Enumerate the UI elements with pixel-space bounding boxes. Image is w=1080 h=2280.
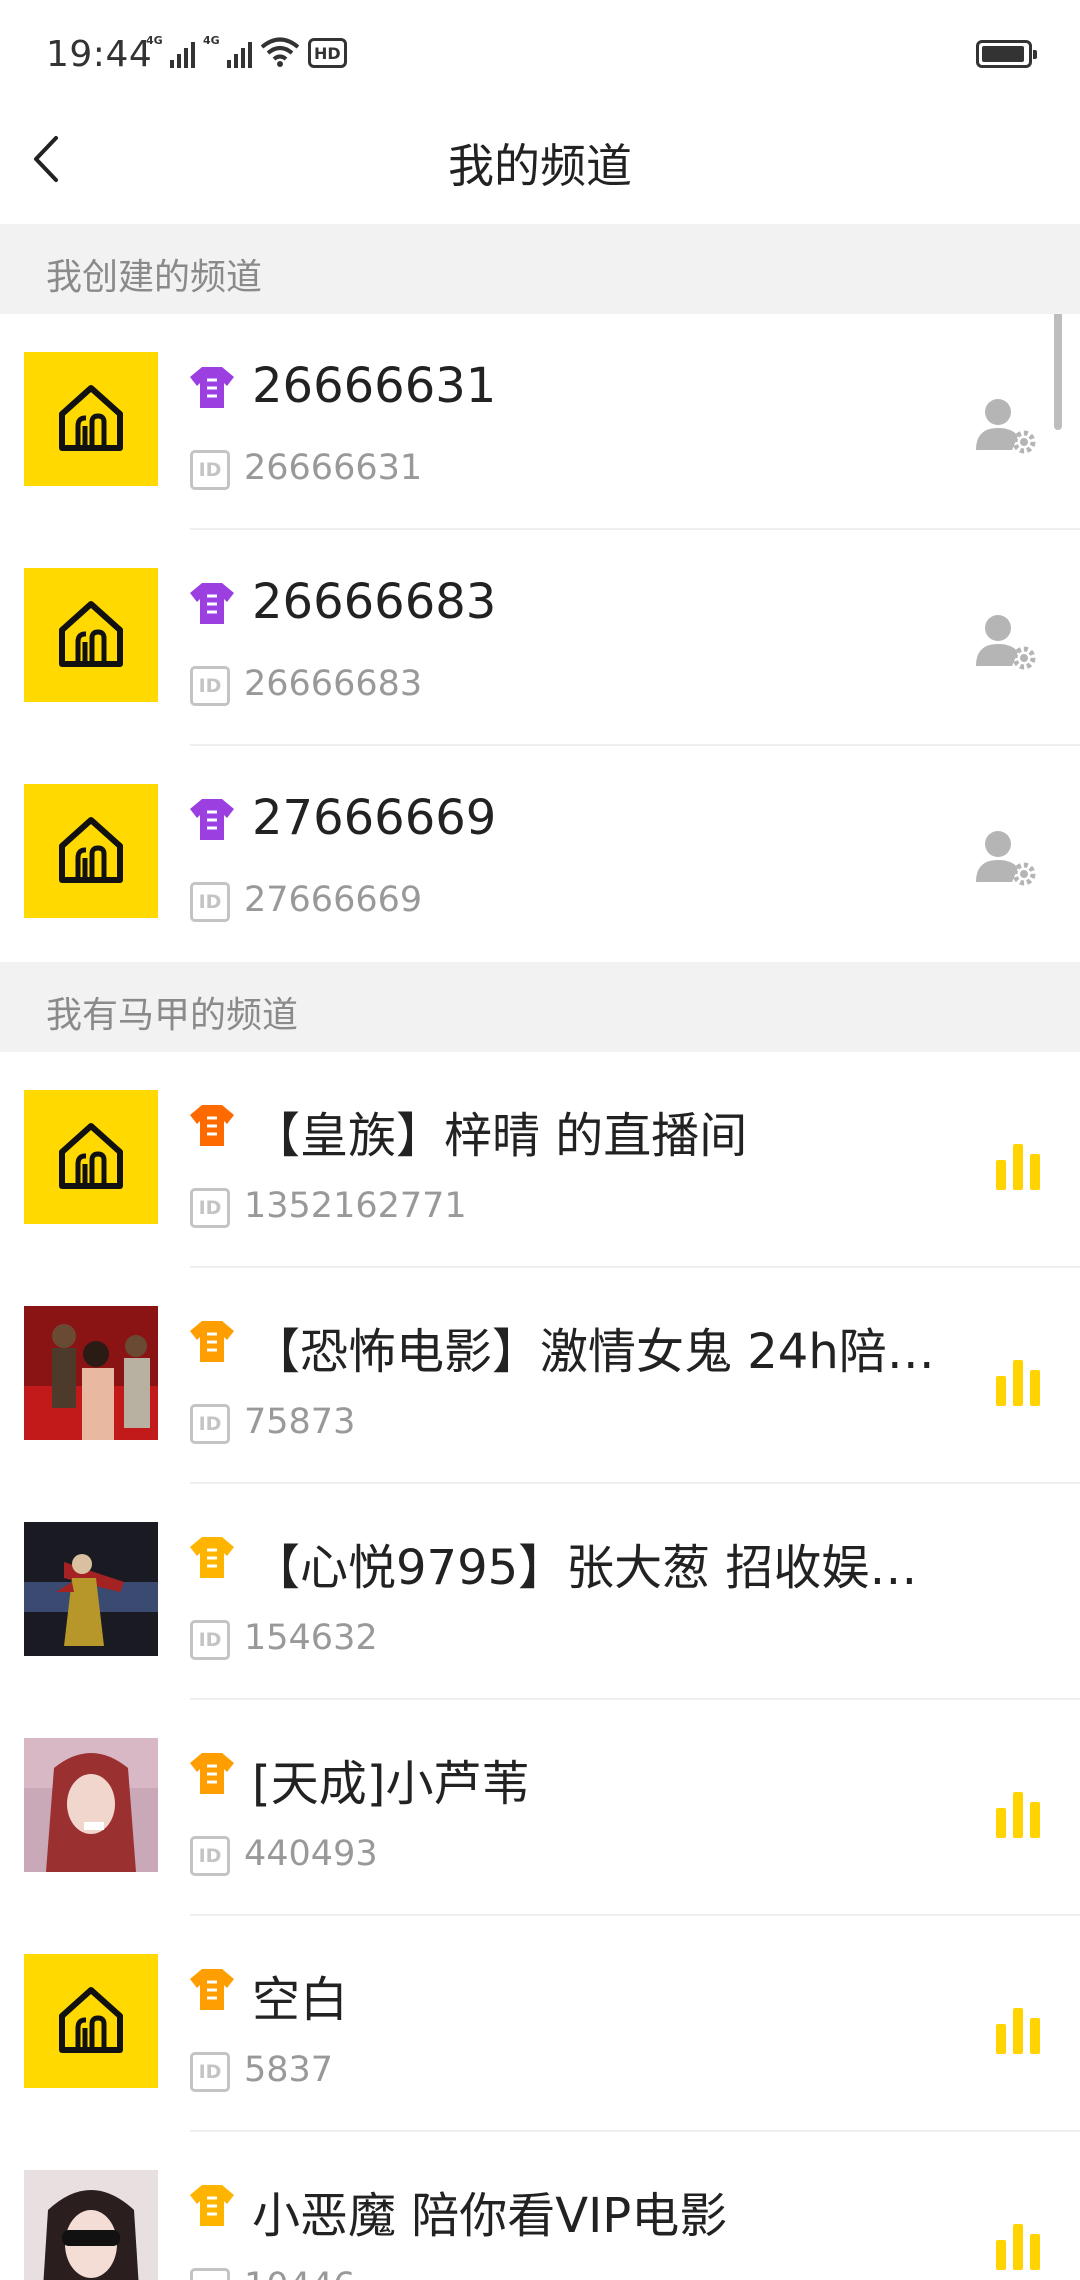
- status-time: 19:44: [46, 34, 153, 75]
- section-header-created: 我创建的频道: [0, 224, 1080, 314]
- home-icon: [59, 1123, 123, 1189]
- id-tag-icon: ID: [190, 1404, 230, 1444]
- signal-icon: 4G: [203, 34, 252, 68]
- channel-row[interactable]: 小恶魔 陪你看VIP电影 ID 10446: [0, 2132, 1080, 2280]
- channel-avatar: [24, 1090, 158, 1224]
- channel-row[interactable]: 【心悦9795】张大葱 招收娱乐... ID 154632: [0, 1484, 1080, 1700]
- admin-settings-icon[interactable]: [972, 824, 1040, 888]
- channel-id: 27666669: [244, 880, 423, 920]
- home-icon: [59, 601, 123, 667]
- channel-id: 1352162771: [244, 1186, 467, 1226]
- live-indicator-icon: [996, 1788, 1044, 1838]
- channel-avatar: [24, 1522, 158, 1656]
- channel-avatar: [24, 1738, 158, 1872]
- vest-badge-icon: [190, 1969, 234, 2010]
- photo-thumbnail: [24, 1738, 158, 1872]
- signal-icon: 4G: [146, 34, 195, 68]
- channel-row[interactable]: 【皇族】梓晴 的直播间 ID 1352162771: [0, 1052, 1080, 1268]
- channel-id: 440493: [244, 1834, 378, 1874]
- channel-name: 【恐怖电影】激情女鬼 24h陪你...: [252, 1324, 952, 1380]
- channel-name: 26666683: [252, 574, 497, 630]
- section-title: 我有马甲的频道: [46, 995, 299, 1036]
- id-tag-icon: ID: [190, 1188, 230, 1228]
- id-tag-icon: ID: [190, 1836, 230, 1876]
- home-icon: [59, 385, 123, 451]
- channel-id: 26666683: [244, 664, 423, 704]
- channel-id: 10446: [244, 2266, 355, 2280]
- channel-avatar: [24, 1306, 158, 1440]
- channel-id: 26666631: [244, 448, 423, 488]
- live-indicator-icon: [996, 2004, 1044, 2054]
- channel-row[interactable]: 空白 ID 5837: [0, 1916, 1080, 2132]
- photo-thumbnail: [24, 1306, 158, 1440]
- battery-icon: [976, 40, 1037, 68]
- channel-name: 【心悦9795】张大葱 招收娱乐...: [252, 1540, 952, 1596]
- admin-settings-icon[interactable]: [972, 608, 1040, 672]
- hd-icon: HD: [308, 38, 347, 68]
- vest-badge-icon: [190, 2185, 234, 2226]
- channel-avatar: [24, 1954, 158, 2088]
- wifi-icon: [260, 37, 300, 67]
- vest-badge-icon: [190, 1537, 234, 1578]
- vest-badge-icon: [190, 1105, 234, 1146]
- channel-row[interactable]: 26666683 ID 26666683: [0, 530, 1080, 746]
- channel-id: 154632: [244, 1618, 378, 1658]
- live-indicator-icon: [996, 1356, 1044, 1406]
- live-indicator-icon: [996, 1140, 1044, 1190]
- id-tag-icon: ID: [190, 1620, 230, 1660]
- nav-bar: 我的频道: [0, 110, 1080, 224]
- section-title: 我创建的频道: [46, 257, 263, 298]
- channel-name: 空白: [252, 1972, 349, 2028]
- channel-avatar: [24, 352, 158, 486]
- vest-badge-icon: [190, 367, 234, 408]
- channel-name: 27666669: [252, 790, 497, 846]
- id-tag-icon: ID: [190, 2052, 230, 2092]
- channel-name: 【皇族】梓晴 的直播间: [252, 1108, 748, 1164]
- id-tag-icon: ID: [190, 2268, 230, 2280]
- vest-badge-icon: [190, 583, 234, 624]
- home-icon: [59, 817, 123, 883]
- home-icon: [59, 1987, 123, 2053]
- section-header-vest: 我有马甲的频道: [0, 962, 1080, 1052]
- channel-avatar: [24, 2170, 158, 2280]
- vest-badge-icon: [190, 799, 234, 840]
- vest-badge-icon: [190, 1321, 234, 1362]
- channel-avatar: [24, 784, 158, 918]
- admin-settings-icon[interactable]: [972, 392, 1040, 456]
- live-indicator-icon: [996, 2220, 1044, 2270]
- status-bar: 19:44 4G 4G HD: [0, 0, 1080, 110]
- photo-thumbnail: [24, 1522, 158, 1656]
- id-tag-icon: ID: [190, 666, 230, 706]
- channel-row[interactable]: [天成]小芦苇 ID 440493: [0, 1700, 1080, 1916]
- channel-avatar: [24, 568, 158, 702]
- channel-id: 5837: [244, 2050, 334, 2090]
- photo-thumbnail: [24, 2170, 158, 2280]
- channel-name: [天成]小芦苇: [252, 1756, 530, 1812]
- channel-name: 小恶魔 陪你看VIP电影: [252, 2188, 728, 2244]
- channel-row[interactable]: 27666669 ID 27666669: [0, 746, 1080, 962]
- channel-row[interactable]: 26666631 ID 26666631: [0, 314, 1080, 530]
- id-tag-icon: ID: [190, 882, 230, 922]
- id-tag-icon: ID: [190, 450, 230, 490]
- channel-id: 75873: [244, 1402, 356, 1442]
- channel-row[interactable]: 【恐怖电影】激情女鬼 24h陪你... ID 75873: [0, 1268, 1080, 1484]
- channel-name: 26666631: [252, 358, 497, 414]
- status-icons: 4G 4G HD: [146, 34, 347, 68]
- vest-badge-icon: [190, 1753, 234, 1794]
- page-title: 我的频道: [448, 139, 632, 193]
